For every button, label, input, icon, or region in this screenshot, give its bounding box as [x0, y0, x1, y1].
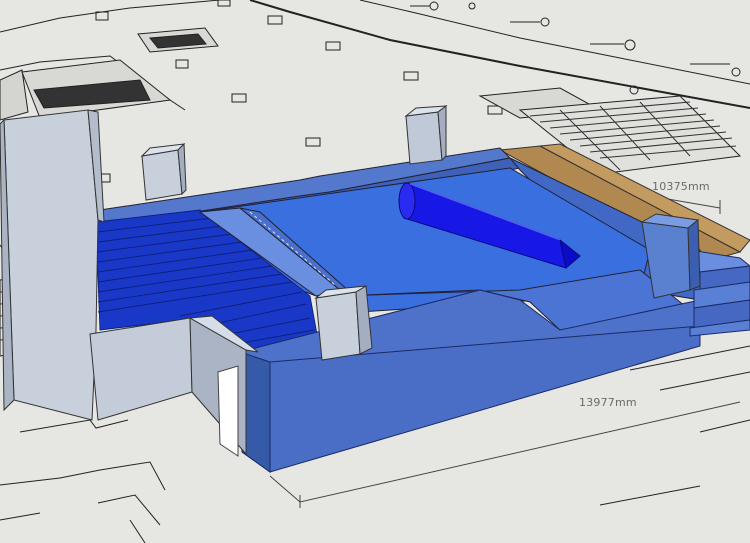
concrete-wall-left — [0, 109, 105, 421]
dimension-label-width: 10375mm — [652, 180, 710, 193]
dimension-label-length: 13977mm — [579, 396, 637, 409]
concrete-pillar-back-right — [404, 105, 448, 165]
sketchup-viewport[interactable]: 10375mm 13977mm — [0, 0, 750, 543]
model-scene[interactable] — [0, 0, 750, 543]
concrete-pillar-front — [314, 285, 373, 361]
concrete-pillar-back-left — [140, 142, 187, 201]
concrete-wall-front-left — [89, 315, 259, 457]
